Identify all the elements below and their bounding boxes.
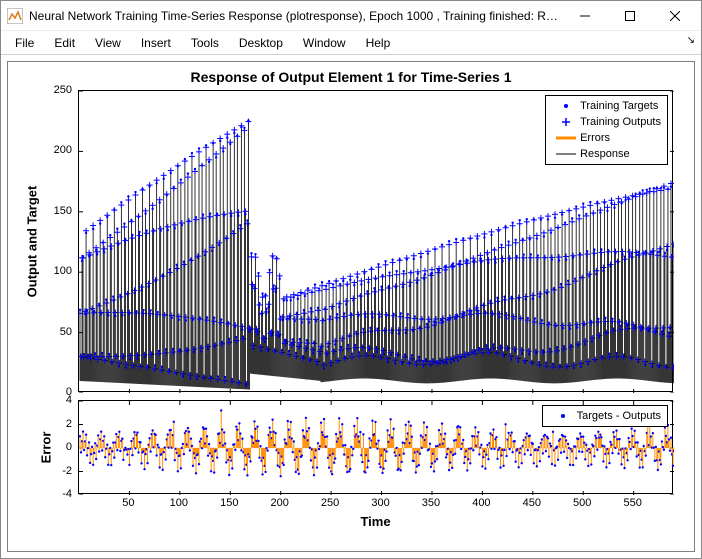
yticks-top: 050100150200250 — [44, 90, 74, 392]
menu-view[interactable]: View — [87, 34, 129, 52]
legend-top[interactable]: Training Targets Training Outputs Errors… — [545, 95, 668, 165]
legend-diff: Targets - Outputs — [577, 410, 661, 422]
close-button[interactable] — [652, 1, 697, 30]
menubar: File Edit View Insert Tools Desktop Wind… — [1, 31, 701, 55]
maximize-button[interactable] — [607, 1, 652, 30]
legend-response: Response — [580, 148, 630, 160]
menu-file[interactable]: File — [7, 34, 42, 52]
xticks: 50100150200250300350400450500550 — [78, 497, 673, 511]
line-orange-icon — [552, 133, 580, 143]
figure-area: Response of Output Element 1 for Time-Se… — [1, 55, 701, 558]
dot-icon — [552, 101, 580, 111]
window-title: Neural Network Training Time-Series Resp… — [29, 9, 562, 23]
legend-targets: Training Targets — [580, 100, 658, 112]
yticks-bottom: -4-2024 — [52, 400, 74, 494]
titlebar: Neural Network Training Time-Series Resp… — [1, 1, 701, 31]
menu-edit[interactable]: Edit — [46, 34, 83, 52]
legend-outputs: Training Outputs — [580, 116, 661, 128]
menu-tools[interactable]: Tools — [183, 34, 227, 52]
menu-desktop[interactable]: Desktop — [231, 34, 291, 52]
xlabel: Time — [78, 514, 673, 529]
legend-bottom[interactable]: Targets - Outputs — [542, 405, 668, 427]
menu-help[interactable]: Help — [358, 34, 399, 52]
menu-window[interactable]: Window — [295, 34, 354, 52]
app-icon — [7, 8, 23, 24]
dot-icon — [549, 411, 577, 421]
chart-title: Response of Output Element 1 for Time-Se… — [8, 69, 694, 85]
error-plot[interactable]: Targets - Outputs — [78, 400, 673, 494]
minimize-button[interactable] — [562, 1, 607, 30]
figure-inner: Response of Output Element 1 for Time-Se… — [7, 61, 695, 552]
plus-icon — [552, 117, 580, 127]
ylabel-top: Output and Target — [22, 90, 42, 392]
response-plot[interactable]: Training Targets Training Outputs Errors… — [78, 90, 673, 392]
legend-errors: Errors — [580, 132, 610, 144]
menu-insert[interactable]: Insert — [133, 34, 179, 52]
undock-icon[interactable]: ↘ — [687, 35, 695, 46]
line-black-icon — [552, 149, 580, 159]
